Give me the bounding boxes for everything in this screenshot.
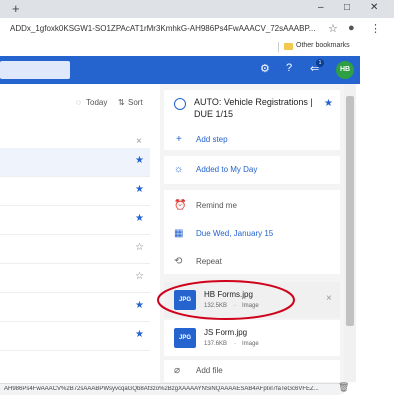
alarm-clock-icon: ⏰ [174,200,187,211]
attachment-size: 137.6KB [204,341,228,347]
complete-checkbox-icon[interactable] [174,98,186,110]
address-bar: ADDx_1gfoxk0KSGW1-SO1ZPAcAT1rMr3KmhkG-AH… [0,18,394,40]
bookmarks-bar: Other bookmarks [0,40,394,54]
minimize-button[interactable]: – [318,2,324,13]
due-date-button[interactable]: Due Wed, January 15 [196,229,273,238]
help-icon[interactable]: ? [286,62,292,74]
close-window-button[interactable]: ✕ [370,2,378,13]
bookmarks-divider [278,42,279,52]
add-file-button[interactable]: Add file [196,366,223,375]
sort-icon[interactable]: ⇅ [118,98,125,107]
status-url: AH986Ps4FwAAACV%2B72sAAABPWsyvcqaGQb8Af3… [4,386,319,392]
folder-icon [284,43,293,50]
task-list-pane: ◌ Today ⇅ Sort × ★ ★ ★ ☆ ☆ ★ ★ [0,84,150,394]
search-input[interactable] [0,61,70,79]
task-row[interactable]: ★ [0,206,150,235]
bookmark-star-icon[interactable]: ☆ [328,22,338,35]
task-row[interactable]: ★ [0,177,150,206]
calendar-icon: ▦ [174,228,184,239]
add-file-card[interactable]: ⌀ Add file [164,360,340,382]
app-header: ⚙ ? ⇐ 1 HB [0,56,360,84]
profile-icon[interactable]: ● [348,22,355,34]
important-star-icon[interactable]: ★ [135,155,144,166]
remove-attachment-icon[interactable]: × [326,293,332,304]
task-row[interactable]: ★ [0,322,150,351]
important-star-icon[interactable]: ★ [135,213,144,224]
remind-me-button[interactable]: Remind me [196,201,237,210]
attachment-name[interactable]: JS Form.jpg [204,328,247,337]
important-star-icon[interactable]: ★ [135,300,144,311]
attachment-item[interactable]: JPG JS Form.jpg 137.6KB · Image [164,320,340,356]
browser-status-bar: AH986Ps4FwAAACV%2B72sAAABPWsyvcqaGQb8Af3… [0,383,340,395]
trash-icon[interactable]: 🗑 [338,382,349,393]
other-bookmarks-link[interactable]: Other bookmarks [296,42,350,49]
today-button[interactable]: Today [86,98,107,107]
repeat-button[interactable]: Repeat [196,257,222,266]
notification-badge: 1 [316,59,324,67]
url-field[interactable]: ADDx_1gfoxk0KSGW1-SO1ZPAcAT1rMr3KmhkG-AH… [10,24,320,33]
paperclip-icon: ⌀ [174,365,181,376]
important-star-icon[interactable]: ★ [324,98,333,109]
repeat-icon: ⟲ [174,256,183,267]
plus-icon: + [176,134,182,145]
added-to-my-day-label[interactable]: Added to My Day [196,165,257,174]
maximize-button[interactable]: □ [344,2,350,13]
avatar[interactable]: HB [336,61,354,79]
task-title[interactable]: AUTO: Vehicle Registrations | DUE 1/15 [194,96,314,120]
important-star-icon[interactable]: ★ [135,184,144,195]
task-title-card: AUTO: Vehicle Registrations | DUE 1/15 ★… [164,90,340,150]
important-star-icon[interactable]: ★ [135,329,144,340]
new-tab-button[interactable]: + [12,1,20,16]
task-row[interactable]: ☆ [0,264,150,293]
browser-menu-icon[interactable]: ⋮ [370,22,381,35]
scrollbar-thumb[interactable] [346,96,354,326]
highlight-circle [157,280,295,320]
close-list-icon[interactable]: × [136,136,142,147]
task-row[interactable]: ★ [0,293,150,322]
meta-separator: · [234,341,236,347]
task-row[interactable]: ☆ [0,235,150,264]
settings-gear-icon[interactable]: ⚙ [260,62,270,75]
task-detail-pane: AUTO: Vehicle Registrations | DUE 1/15 ★… [157,84,344,394]
schedule-card: ⏰ Remind me ▦ Due Wed, January 15 ⟲ Repe… [164,190,340,274]
sort-button[interactable]: Sort [128,98,143,107]
lightbulb-icon[interactable]: ◌ [76,98,81,107]
star-outline-icon[interactable]: ☆ [135,271,144,282]
attachment-kind: Image [242,341,259,347]
my-day-card[interactable]: ☼ Added to My Day [164,156,340,184]
sun-icon: ☼ [174,164,184,175]
task-row[interactable]: ★ [0,148,150,177]
browser-tab-strip: + – □ ✕ [0,0,394,18]
add-step-button[interactable]: Add step [196,135,228,144]
jpg-file-icon: JPG [174,328,196,348]
star-outline-icon[interactable]: ☆ [135,242,144,253]
